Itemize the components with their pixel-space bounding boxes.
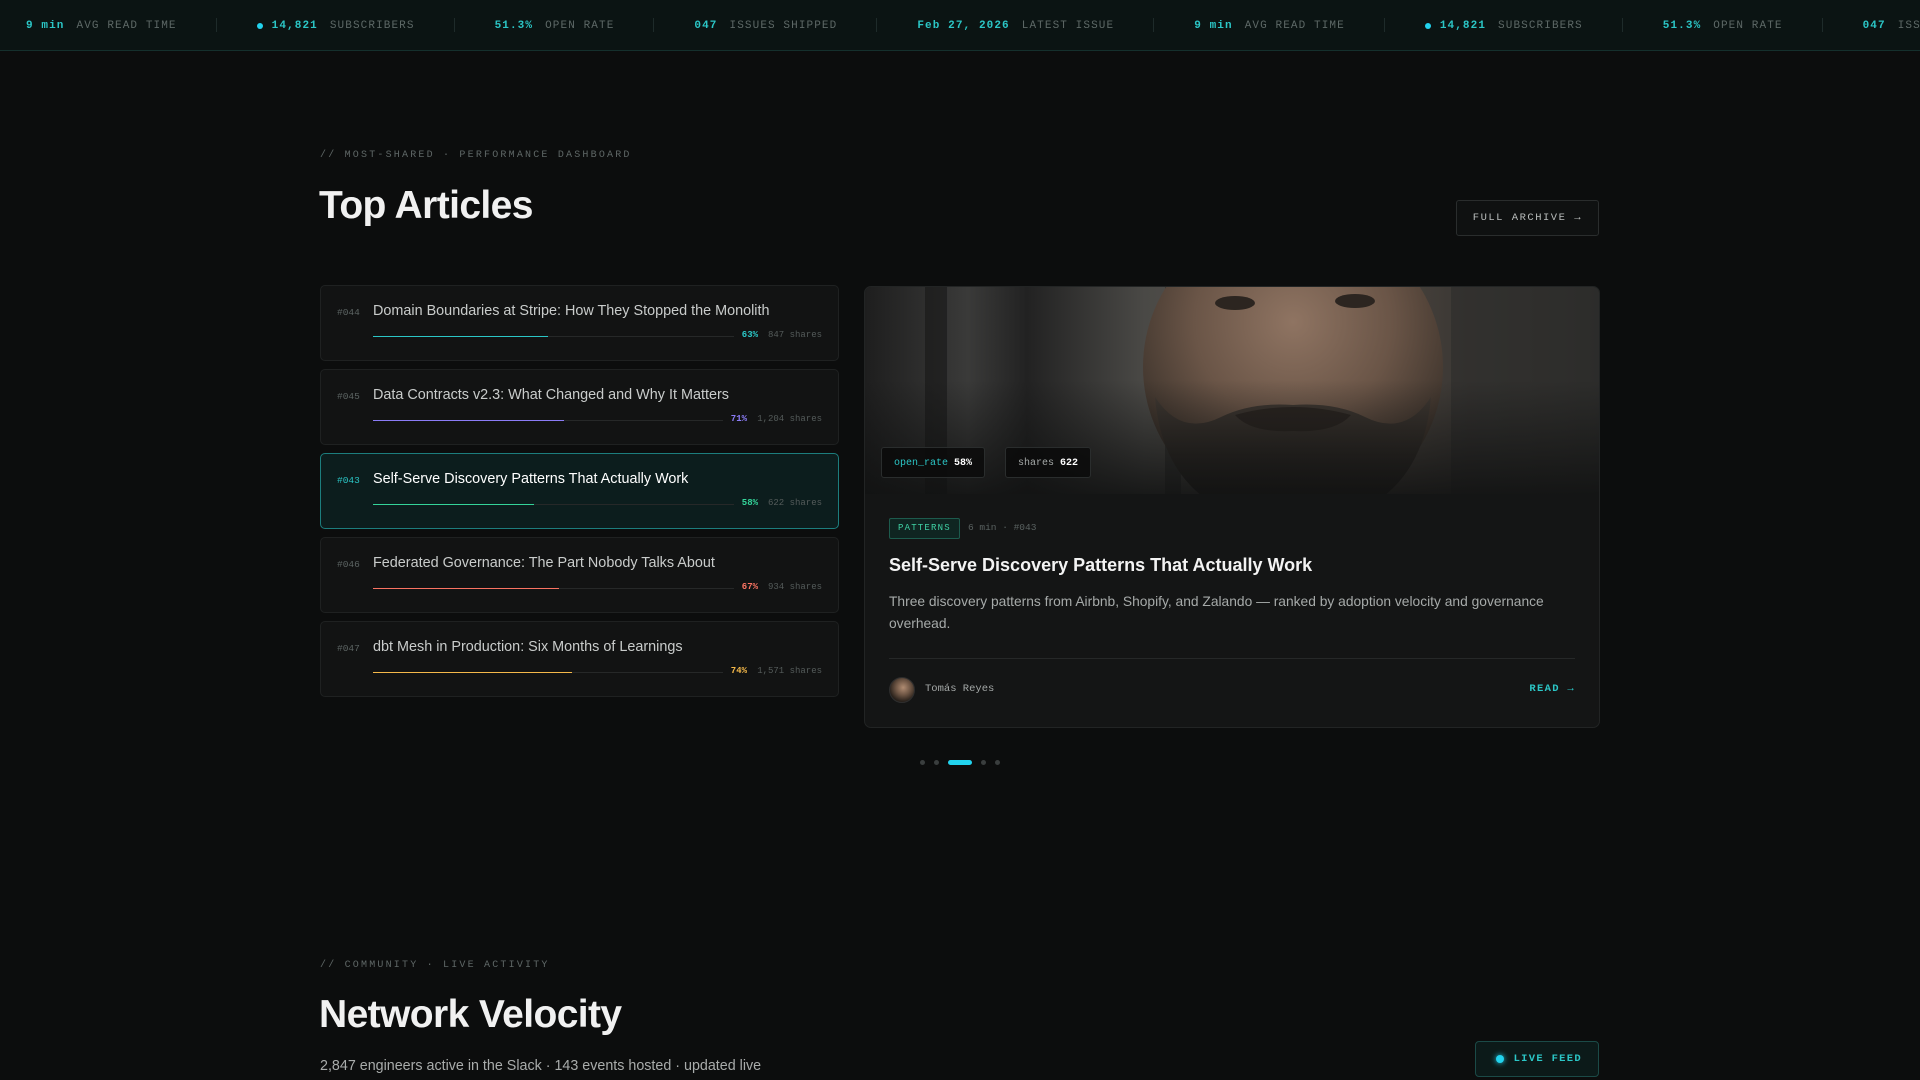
top-articles-eyebrow: // MOST-SHARED · PERFORMANCE DASHBOARD: [320, 150, 632, 161]
shares-chip: shares 622: [1005, 447, 1092, 478]
category-tag[interactable]: PATTERNS: [889, 518, 960, 539]
network-eyebrow: // COMMUNITY · LIVE ACTIVITY: [320, 960, 550, 971]
article-list: #044 Domain Boundaries at Stripe: How The…: [320, 285, 839, 705]
open-rate-chip: open_rate 58%: [881, 447, 986, 478]
ticker-label: ISSUES SHIPPED: [1897, 19, 1920, 32]
ticker-item: Feb 27, 2026 LATEST ISSUE: [877, 0, 1155, 50]
ticker-track: 9 min AVG READ TIME 14,821 SUBSCRIBERS 51.3%…: [0, 0, 1920, 50]
ticker-item: 047 ISSUES SHIPPED: [654, 0, 878, 50]
ticker-item: 51.3% OPEN RATE: [1623, 0, 1823, 50]
ticker-item: 9 min AVG READ TIME: [1154, 0, 1385, 50]
ticker-label: SUBSCRIBERS: [1498, 19, 1583, 32]
article-row[interactable]: #045 Data Contracts v2.3: What Changed an…: [320, 369, 839, 445]
open-rate-track: [373, 504, 734, 505]
ticker-item: 9 min AVG READ TIME: [0, 0, 217, 50]
live-indicator-dot: [1495, 1055, 1504, 1063]
article-title: Domain Boundaries at Stripe: How They St…: [373, 303, 770, 319]
ticker-label: LATEST ISSUE: [1021, 19, 1115, 32]
stats-ticker: 9 min AVG READ TIME 14,821 SUBSCRIBERS 51.3%…: [0, 0, 1920, 51]
article-shares: 1,204 shares: [757, 414, 822, 424]
open-rate-bar: [373, 420, 564, 421]
carousel-dot[interactable]: [995, 760, 1000, 765]
live-feed-label: LIVE FEED: [1513, 1053, 1582, 1065]
article-shares: 847 shares: [767, 330, 822, 340]
article-row[interactable]: #046 Federated Governance: The Part Nobod…: [320, 537, 839, 613]
top-articles-title: Top Articles: [319, 184, 533, 227]
full-archive-button[interactable]: FULL ARCHIVE →: [1455, 200, 1599, 236]
ticker-value: 51.3%: [1662, 19, 1702, 32]
ticker-label: ISSUES SHIPPED: [729, 19, 838, 32]
open-rate-track: [373, 420, 723, 421]
author-avatar: [889, 677, 915, 703]
ticker-label: AVG READ TIME: [1244, 19, 1345, 32]
article-shares: 622 shares: [767, 498, 822, 508]
open-rate-bar: [373, 336, 548, 337]
open-rate-track: [373, 672, 723, 673]
read-article-link[interactable]: READ →: [1529, 683, 1575, 695]
ticker-dot-icon: [1424, 22, 1431, 29]
ticker-label: SUBSCRIBERS: [329, 19, 415, 32]
featured-article-description: Three discovery patterns from Airbnb, Sh…: [889, 594, 1544, 631]
carousel-dot[interactable]: [920, 760, 925, 765]
article-open-rate: 63%: [741, 330, 758, 340]
ticker-value: 047: [1862, 19, 1886, 32]
article-shares: 1,571 shares: [757, 666, 822, 676]
ticker-value: 9 min: [26, 19, 65, 32]
article-title: Self-Serve Discovery Patterns That Actua…: [373, 471, 689, 487]
open-rate-bar: [373, 672, 572, 673]
carousel-dot[interactable]: [934, 760, 939, 765]
ticker-value: 047: [694, 19, 718, 32]
ticker-value: Feb 27, 2026: [917, 19, 1010, 32]
open-rate-track: [373, 336, 734, 337]
ticker-dot-icon: [256, 22, 263, 29]
open-rate-track: [373, 588, 734, 589]
article-open-rate: 58%: [741, 498, 758, 508]
article-open-rate: 74%: [730, 666, 747, 676]
open-rate-key: open_rate: [894, 458, 949, 469]
carousel-dots: [920, 760, 1009, 765]
network-velocity-title: Network Velocity: [319, 993, 622, 1036]
article-number: #045: [337, 391, 360, 402]
carousel-dot[interactable]: [948, 760, 972, 765]
live-feed-button[interactable]: LIVE FEED: [1474, 1041, 1599, 1077]
card-divider: [889, 658, 1575, 659]
ticker-value: 14,821: [271, 19, 318, 32]
featured-article-image: open_rate 58% shares 622: [865, 287, 1599, 494]
article-open-rate: 67%: [741, 582, 758, 592]
article-meta: 6 min · #043: [968, 522, 1037, 533]
open-rate-value: 58%: [954, 458, 973, 469]
article-open-rate: 71%: [730, 414, 747, 424]
network-subtitle: 2,847 engineers active in the Slack · 14…: [320, 1058, 762, 1074]
article-number: #043: [337, 475, 360, 486]
ticker-value: 51.3%: [494, 19, 534, 32]
article-row[interactable]: #044 Domain Boundaries at Stripe: How The…: [320, 285, 839, 361]
ticker-item: 14,821 SUBSCRIBERS: [1385, 0, 1623, 50]
article-title: dbt Mesh in Production: Six Months of Le…: [373, 639, 683, 655]
ticker-item: 047 ISSUES SHIPPED: [1823, 0, 1920, 50]
article-title: Data Contracts v2.3: What Changed and Wh…: [373, 387, 729, 403]
carousel-dot[interactable]: [981, 760, 986, 765]
ticker-label: OPEN RATE: [1713, 19, 1783, 32]
featured-article-title[interactable]: Self-Serve Discovery Patterns That Actua…: [889, 555, 1312, 576]
featured-article-card[interactable]: open_rate 58% shares 622 PATTERNS 6 min · …: [864, 286, 1600, 728]
shares-value: 622: [1060, 458, 1079, 469]
article-number: #044: [337, 307, 360, 318]
open-rate-bar: [373, 504, 534, 505]
shares-key: shares: [1018, 458, 1055, 469]
article-number: #046: [337, 559, 360, 570]
ticker-value: 9 min: [1194, 19, 1233, 32]
article-shares: 934 shares: [767, 582, 822, 592]
ticker-label: OPEN RATE: [545, 19, 615, 32]
author-name: Tomás Reyes: [925, 683, 995, 695]
ticker-value: 14,821: [1439, 19, 1487, 32]
ticker-label: AVG READ TIME: [76, 19, 177, 32]
article-title: Federated Governance: The Part Nobody Ta…: [373, 555, 715, 571]
article-row[interactable]: #047 dbt Mesh in Production: Six Months o…: [320, 621, 839, 697]
article-row[interactable]: #043 Self-Serve Discovery Patterns That A…: [320, 453, 839, 529]
open-rate-bar: [373, 588, 559, 589]
ticker-item: 14,821 SUBSCRIBERS: [217, 0, 455, 50]
ticker-item: 51.3% OPEN RATE: [455, 0, 655, 50]
article-number: #047: [337, 643, 360, 654]
